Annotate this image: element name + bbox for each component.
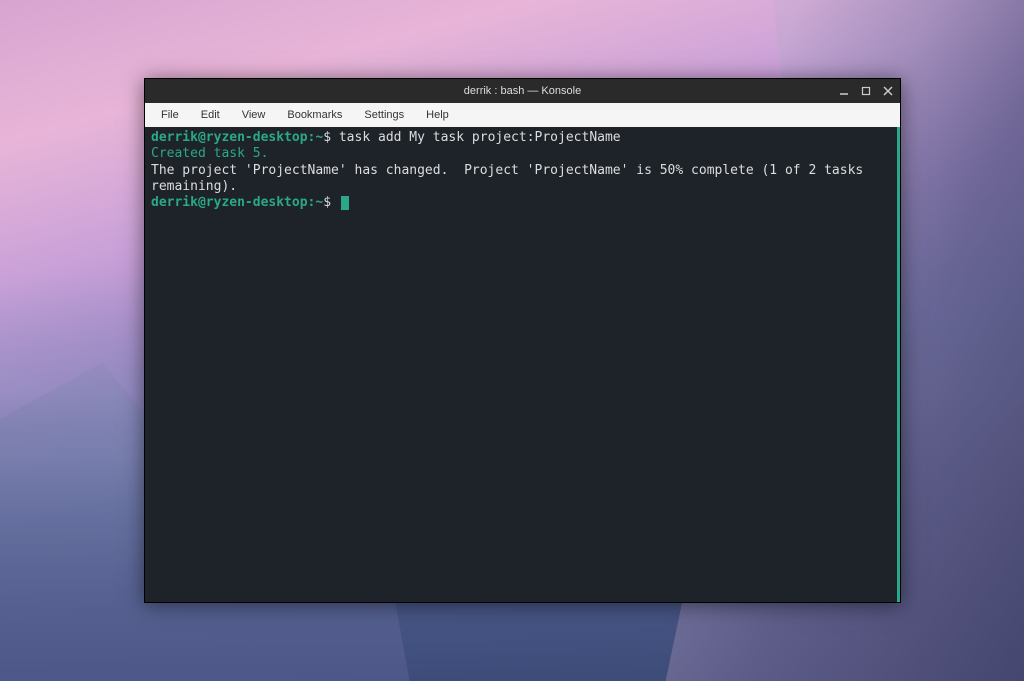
window-title: derrik : bash — Konsole — [464, 85, 581, 97]
terminal-area[interactable]: derrik@ryzen-desktop:~$ task add My task… — [145, 127, 900, 602]
minimize-button[interactable] — [838, 85, 850, 97]
menu-edit[interactable]: Edit — [191, 106, 230, 124]
menubar: File Edit View Bookmarks Settings Help — [145, 103, 900, 127]
close-button[interactable] — [882, 85, 894, 97]
menu-settings[interactable]: Settings — [354, 106, 414, 124]
prompt-symbol: $ — [323, 195, 339, 210]
menu-view[interactable]: View — [232, 106, 276, 124]
prompt-user: derrik@ryzen-desktop — [151, 195, 308, 210]
konsole-window: derrik : bash — Konsole File Edit View B… — [144, 78, 901, 603]
menu-help[interactable]: Help — [416, 106, 459, 124]
terminal-line-prompt: derrik@ryzen-desktop:~$ — [151, 195, 894, 211]
maximize-button[interactable] — [860, 85, 872, 97]
prompt-symbol: $ — [323, 130, 339, 145]
prompt-path: :~ — [308, 195, 324, 210]
prompt-path: :~ — [308, 130, 324, 145]
menu-file[interactable]: File — [151, 106, 189, 124]
window-controls — [838, 85, 894, 97]
menu-bookmarks[interactable]: Bookmarks — [277, 106, 352, 124]
terminal-line-1: derrik@ryzen-desktop:~$ task add My task… — [151, 130, 894, 146]
terminal-output-project: The project 'ProjectName' has changed. P… — [151, 163, 894, 196]
terminal-output-created: Created task 5. — [151, 146, 894, 162]
terminal-cursor — [341, 196, 349, 210]
command-text: task add My task project:ProjectName — [339, 130, 621, 145]
prompt-user: derrik@ryzen-desktop — [151, 130, 308, 145]
window-titlebar[interactable]: derrik : bash — Konsole — [145, 79, 900, 103]
